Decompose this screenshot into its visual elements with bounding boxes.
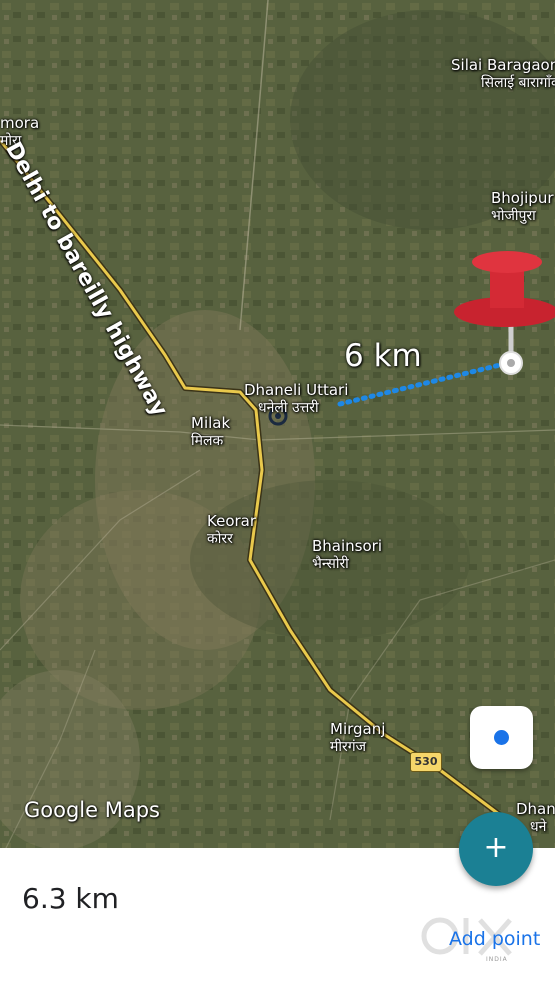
route-shield: 530 xyxy=(410,752,442,772)
measured-distance: 6.3 km xyxy=(22,882,119,915)
distance-annotation: 6 km xyxy=(344,338,422,374)
place-label: Dhaneli Uttari धनेली उत्तरी xyxy=(244,381,349,416)
my-location-button[interactable] xyxy=(470,706,533,769)
add-point-button[interactable]: Add point xyxy=(449,928,540,950)
place-label: Mirganj मीरगंज xyxy=(330,720,386,755)
google-maps-attribution: Google Maps xyxy=(24,798,160,822)
plus-icon: + xyxy=(483,830,509,865)
add-point-fab[interactable]: + xyxy=(459,812,533,886)
place-label: Silai Baragaon सिलाई बारागाँव xyxy=(451,56,555,91)
place-label: Bhojipur भोजीपुरा xyxy=(491,189,554,224)
satellite-map[interactable]: Silai Baragaon सिलाई बारागाँव mora मोरा Bh… xyxy=(0,0,555,848)
place-label: Keorar कोरर xyxy=(207,512,257,547)
olx-watermark-sub: INDIA xyxy=(486,956,508,963)
my-location-icon xyxy=(494,730,509,745)
place-label: Bhainsori भैन्सोरी xyxy=(312,537,382,572)
place-label: Milak मिलक xyxy=(191,414,231,449)
